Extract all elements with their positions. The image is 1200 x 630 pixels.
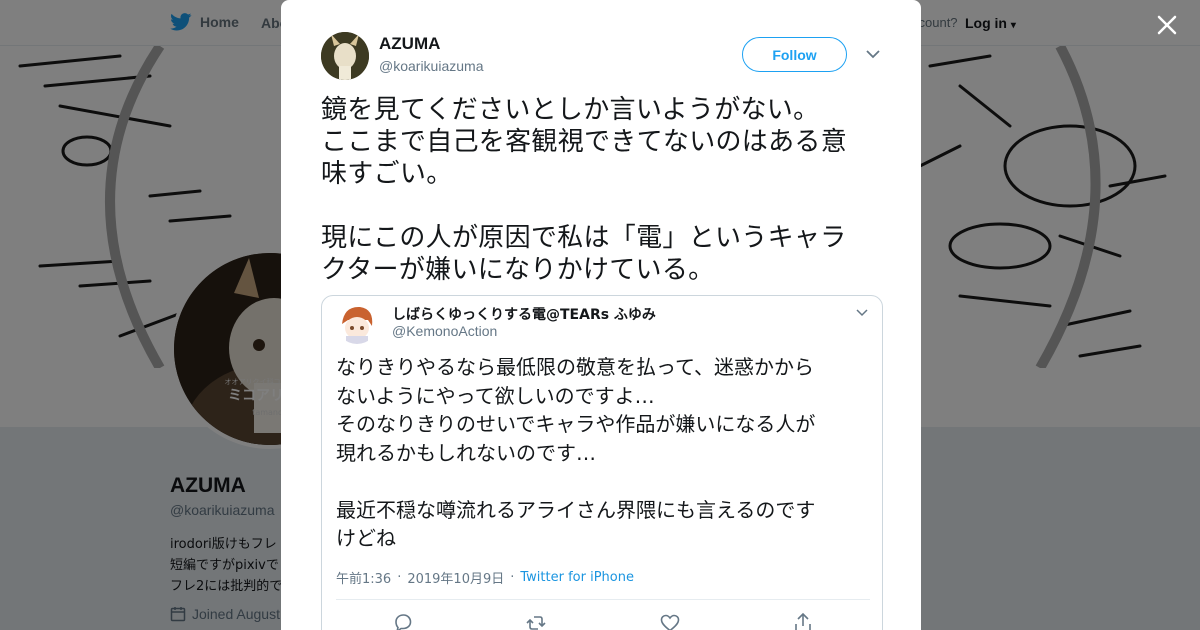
quoted-tweet[interactable]: しばらくゆっくりする電@TEARs ふゆみ @KemonoAction なりきり… <box>321 295 883 630</box>
tweet-modal: AZUMA @koarikuiazuma Follow 鏡を見てくださいとしか言… <box>281 0 921 630</box>
meta-separator: · <box>510 570 515 585</box>
reply-icon[interactable] <box>392 612 414 630</box>
quoted-author-name[interactable]: しばらくゆっくりする電@TEARs ふゆみ <box>392 304 656 324</box>
divider <box>336 599 870 600</box>
quoted-tweet-actions <box>322 612 882 630</box>
retweet-icon[interactable] <box>525 612 547 630</box>
quoted-tweet-meta: 午前1:36 · 2019年10月9日 · Twitter for iPhone <box>336 568 634 587</box>
meta-separator: · <box>397 570 402 585</box>
quoted-avatar-image <box>336 302 378 344</box>
chevron-down-icon[interactable] <box>856 308 868 317</box>
tweet-author-avatar[interactable] <box>321 32 369 80</box>
tweet-author-handle[interactable]: @koarikuiazuma <box>379 58 483 74</box>
share-icon[interactable] <box>792 612 814 630</box>
tweet-text: 鏡を見てくださいとしか言いようがない。 ここまで自己を客観視できてないのはある意… <box>321 95 848 285</box>
quoted-author-avatar[interactable] <box>336 302 378 344</box>
close-icon[interactable] <box>1153 11 1181 39</box>
like-icon[interactable] <box>659 612 681 630</box>
follow-button[interactable]: Follow <box>742 37 847 72</box>
quoted-tweet-time[interactable]: 午前1:36 <box>336 568 391 587</box>
quoted-tweet-source[interactable]: Twitter for iPhone <box>520 570 634 585</box>
quoted-tweet-date[interactable]: 2019年10月9日 <box>407 568 504 587</box>
quoted-tweet-text: なりきりやるなら最低限の敬意を払って、迷惑かから ないようにやって欲しいのですよ… <box>336 355 816 550</box>
quoted-author-handle[interactable]: @KemonoAction <box>392 323 497 339</box>
chevron-down-icon[interactable] <box>865 48 881 60</box>
author-avatar-image <box>321 32 369 80</box>
tweet-author-name[interactable]: AZUMA <box>379 34 440 54</box>
